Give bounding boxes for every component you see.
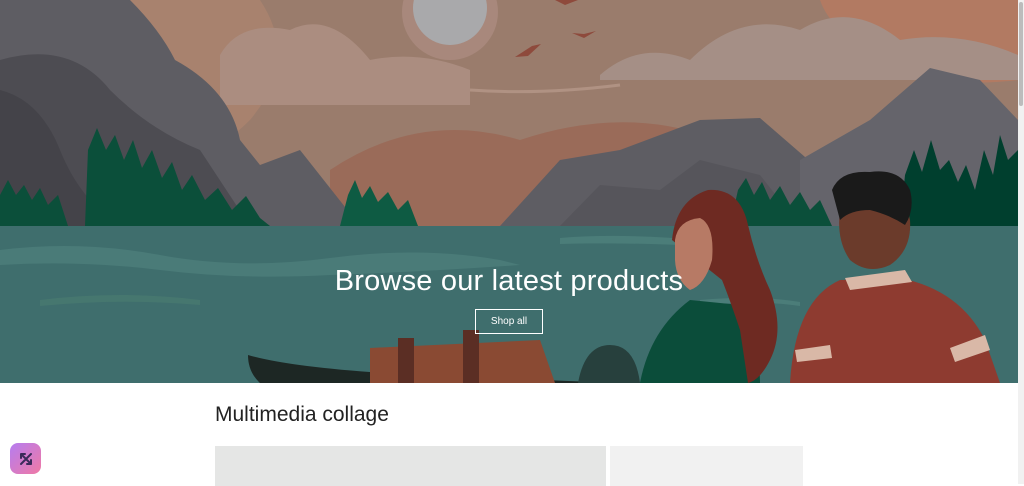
hero-title: Browse our latest products: [334, 265, 684, 297]
page-scrollbar[interactable]: [1018, 0, 1024, 484]
floating-app-button[interactable]: [10, 443, 41, 474]
scrollbar-thumb[interactable]: [1019, 2, 1023, 106]
hero-content: Browse our latest products Shop all: [0, 262, 1018, 334]
app-launcher-icon: [19, 452, 32, 465]
collage-item-small[interactable]: [610, 446, 803, 486]
shop-all-button[interactable]: Shop all: [474, 309, 544, 334]
collage-item-large[interactable]: [215, 446, 606, 486]
hero-banner: Browse our latest products Shop all: [0, 0, 1018, 383]
multimedia-collage-title: Multimedia collage: [215, 403, 389, 426]
